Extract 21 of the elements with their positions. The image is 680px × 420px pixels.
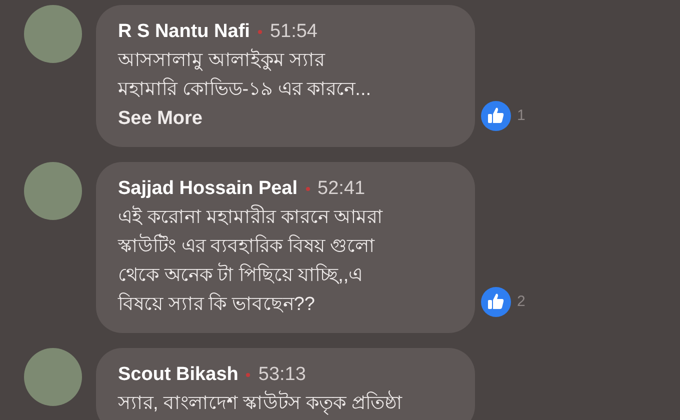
comment-time: 53:13: [258, 364, 306, 385]
comment-text: থেকে অনেক টা পিছিয়ে যাচ্ছি,,এ: [118, 261, 453, 290]
like-count: 1: [517, 106, 526, 126]
comment-text: মহামারি কোভিড-১৯ এর কারনে...: [118, 76, 372, 102]
live-dot-icon: [246, 372, 250, 377]
live-dot-icon: [258, 30, 262, 34]
comment-time: 51:54: [270, 21, 318, 42]
comment-time: 52:41: [318, 178, 366, 199]
like-icon[interactable]: [481, 101, 511, 131]
author-name[interactable]: R S Nantu Nafi: [118, 21, 250, 42]
like-count: 2: [517, 292, 526, 312]
comment-text: স্যার, বাংলাদেশ স্কাউটস কতৃক প্রতিষ্ঠা: [118, 389, 453, 418]
comment-text: বিষয়ে স্যার কি ভাবছেন??: [118, 292, 316, 317]
author-name[interactable]: Sajjad Hossain Peal: [118, 178, 298, 199]
comment-text: আসসালামু আলাইকুম স্যার: [118, 48, 326, 73]
comment-text: এই করোনা মহামারীর কারনে আমরা: [118, 203, 453, 232]
comment-text: স্কাউটিং এর ব্যবহারিক বিষয় গুলো: [118, 232, 453, 261]
like-icon[interactable]: [481, 287, 511, 317]
live-dot-icon: [306, 186, 310, 191]
see-more-link[interactable]: See More: [118, 104, 453, 133]
author-name[interactable]: Scout Bikash: [118, 364, 238, 385]
